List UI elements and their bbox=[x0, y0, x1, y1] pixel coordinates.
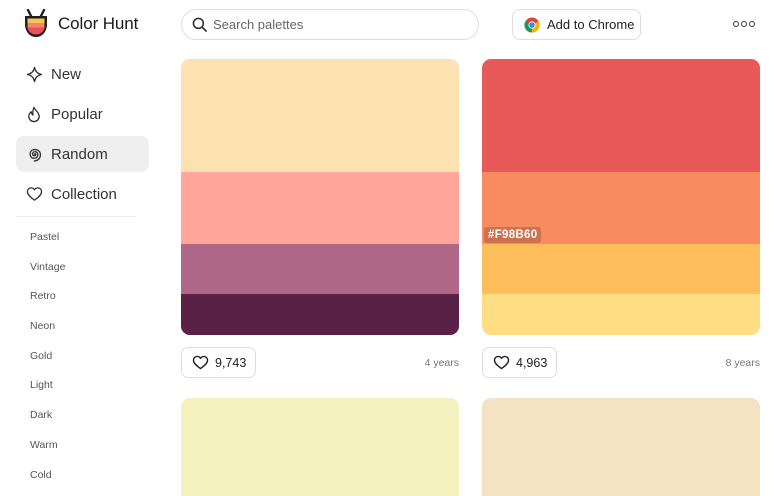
sidebar-item-new[interactable]: New bbox=[16, 56, 149, 92]
sparkle-icon bbox=[25, 65, 43, 83]
spiral-icon bbox=[25, 145, 43, 163]
palette-card-1[interactable] bbox=[181, 59, 459, 335]
top-header: Color Hunt Add to Chrome bbox=[0, 0, 776, 48]
sidebar-item-label: Random bbox=[51, 145, 108, 163]
sidebar-item-label: New bbox=[51, 65, 82, 83]
search-icon bbox=[192, 17, 207, 32]
sidebar-item-collection[interactable]: Collection bbox=[16, 176, 149, 212]
like-button[interactable]: 4,963 bbox=[482, 347, 558, 378]
palette-color-4[interactable] bbox=[482, 294, 760, 335]
like-button[interactable]: 9,743 bbox=[181, 347, 257, 378]
palette-color-1[interactable] bbox=[482, 398, 760, 496]
tag-dark[interactable]: Dark bbox=[16, 407, 149, 437]
heart-icon bbox=[25, 185, 43, 203]
palette-color-2[interactable] bbox=[181, 172, 459, 244]
palette-card-3[interactable] bbox=[181, 398, 459, 496]
palette-color-1[interactable] bbox=[181, 59, 459, 172]
palette-color-3[interactable] bbox=[482, 244, 760, 294]
chrome-icon bbox=[524, 17, 540, 32]
sidebar-item-label: Collection bbox=[51, 185, 117, 203]
logo[interactable]: Color Hunt bbox=[22, 9, 138, 39]
like-count: 9,743 bbox=[215, 355, 247, 370]
palette-card-4[interactable] bbox=[482, 398, 760, 496]
tag-retro[interactable]: Retro bbox=[16, 288, 149, 318]
search-box[interactable] bbox=[181, 9, 479, 40]
palette-age: 8 years bbox=[725, 357, 760, 369]
sidebar-item-popular[interactable]: Popular bbox=[16, 96, 149, 132]
sidebar-divider bbox=[16, 216, 136, 217]
search-input[interactable] bbox=[213, 17, 463, 32]
heart-icon bbox=[493, 355, 510, 370]
tag-cold[interactable]: Cold bbox=[16, 467, 149, 496]
app-name: Color Hunt bbox=[58, 14, 139, 33]
add-to-chrome-button[interactable]: Add to Chrome bbox=[512, 9, 641, 40]
tag-warm[interactable]: Warm bbox=[16, 437, 149, 467]
palette-color-1[interactable] bbox=[181, 398, 459, 496]
tag-pastel[interactable]: Pastel bbox=[16, 229, 149, 259]
palette-color-4[interactable] bbox=[181, 294, 459, 335]
palette-color-1[interactable] bbox=[482, 59, 760, 172]
tag-light[interactable]: Light bbox=[16, 377, 149, 407]
palette-color-3[interactable] bbox=[181, 244, 459, 294]
more-dots-icon[interactable] bbox=[733, 17, 755, 31]
sidebar: New Popular Random Collection Pastel Vin… bbox=[16, 56, 149, 496]
add-to-chrome-label: Add to Chrome bbox=[547, 17, 635, 32]
palette-card-2[interactable]: #F98B60 bbox=[482, 59, 760, 335]
flame-icon bbox=[25, 105, 43, 123]
palette-age: 4 years bbox=[424, 357, 459, 369]
sidebar-item-random[interactable]: Random bbox=[16, 136, 149, 172]
tag-gold[interactable]: Gold bbox=[16, 348, 149, 378]
color-hunt-logo-icon bbox=[25, 9, 47, 37]
tag-neon[interactable]: Neon bbox=[16, 318, 149, 348]
tag-vintage[interactable]: Vintage bbox=[16, 259, 149, 289]
palette-color-2[interactable]: #F98B60 bbox=[482, 172, 760, 244]
hex-code-label[interactable]: #F98B60 bbox=[484, 227, 542, 243]
like-count: 4,963 bbox=[516, 355, 548, 370]
heart-icon bbox=[192, 355, 209, 370]
sidebar-item-label: Popular bbox=[51, 105, 103, 123]
